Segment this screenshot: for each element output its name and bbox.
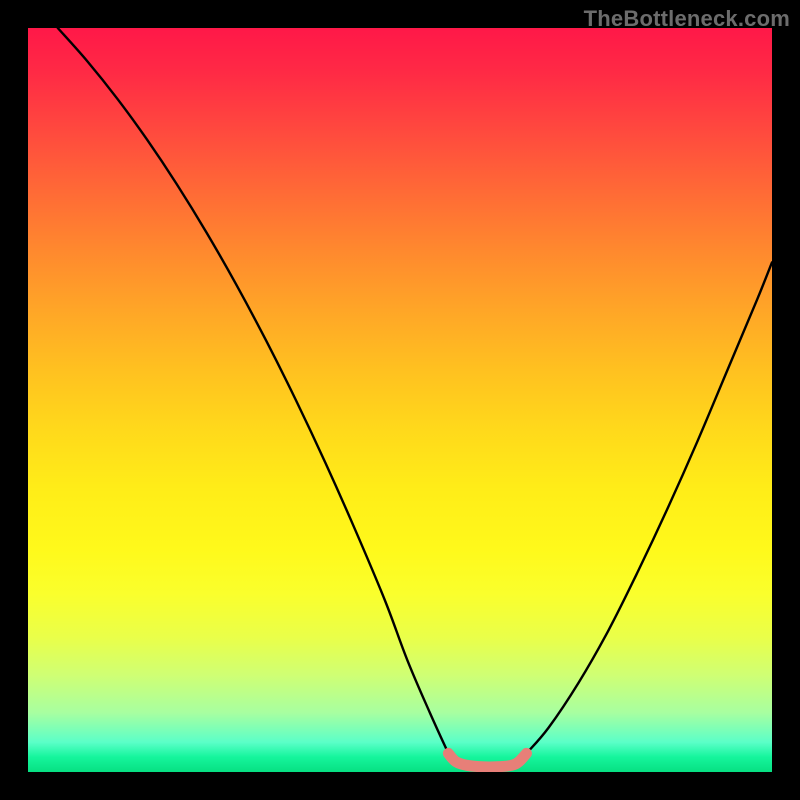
watermark-text: TheBottleneck.com [584,6,790,32]
left-curve-line [58,28,449,753]
chart-svg [28,28,772,772]
plot-area [28,28,772,772]
valley-highlight-line [448,753,526,767]
chart-frame: TheBottleneck.com [0,0,800,800]
right-curve-line [526,262,772,753]
